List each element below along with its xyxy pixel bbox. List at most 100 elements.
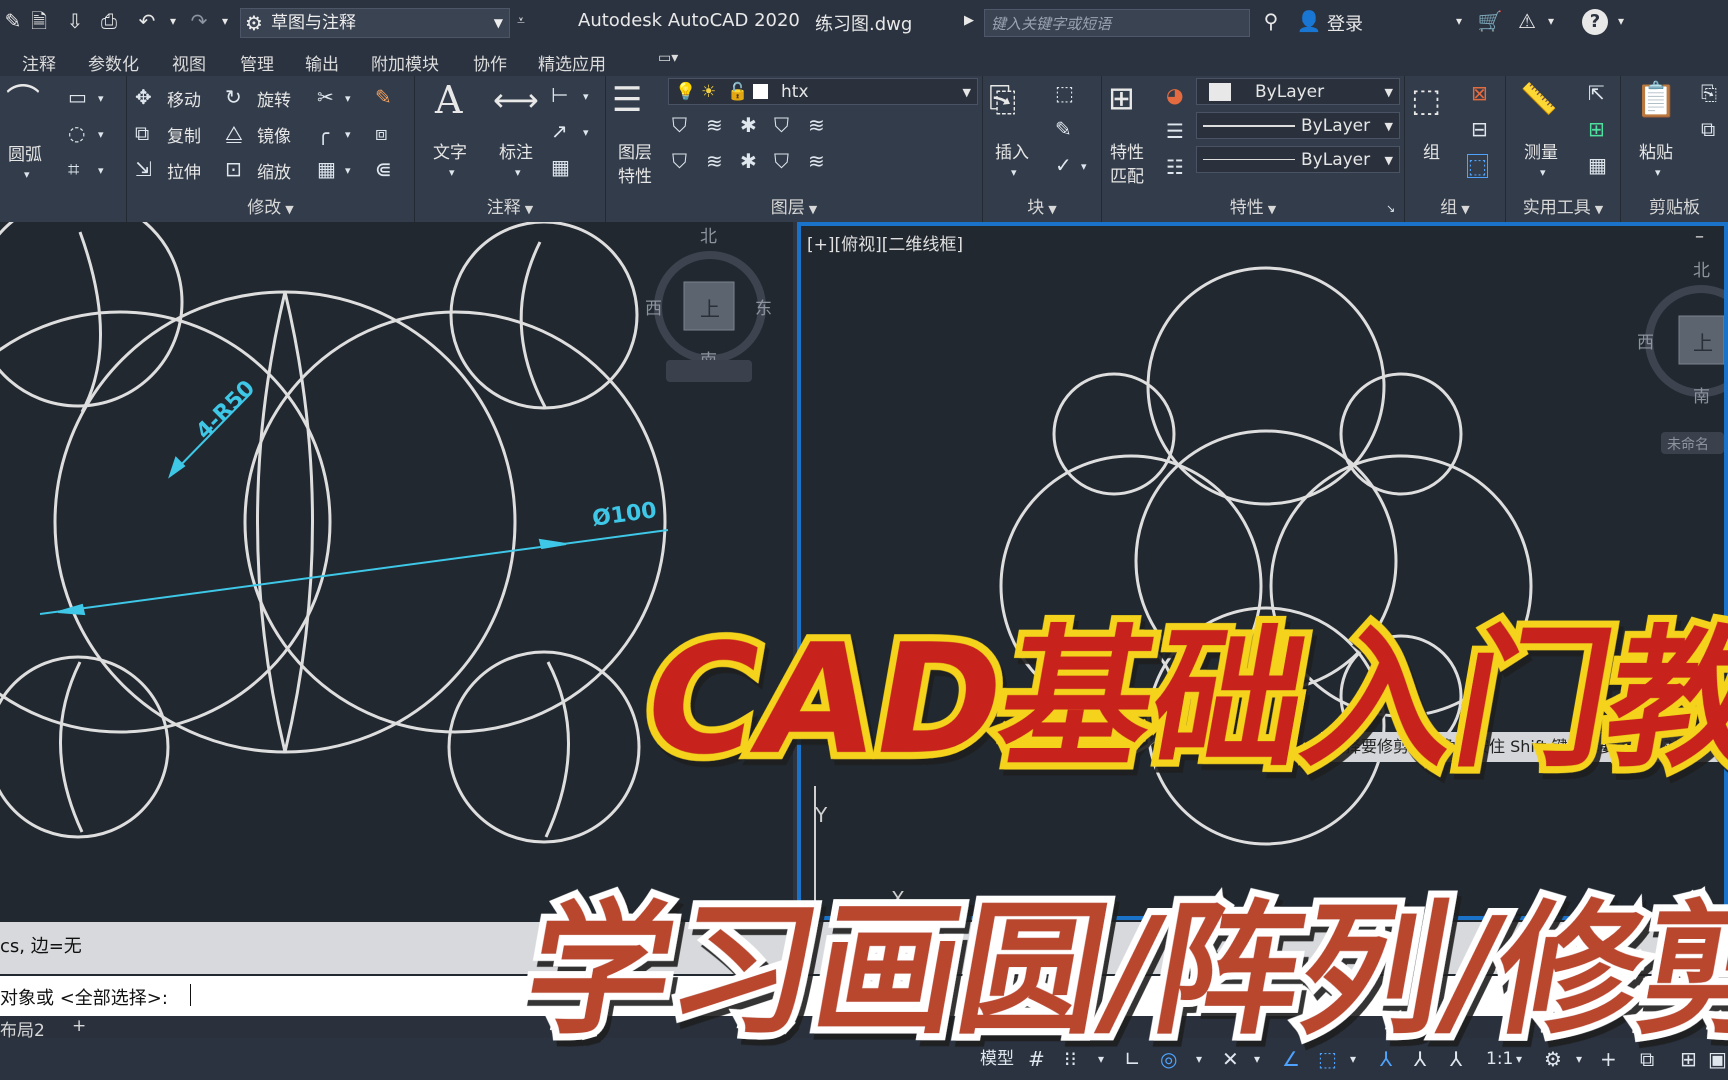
linear-dim-dropdown-icon[interactable]: ▾ bbox=[583, 86, 589, 108]
match-properties-icon[interactable]: ⊞ bbox=[1108, 78, 1135, 118]
tab-featured-apps[interactable]: 精选应用 bbox=[538, 50, 606, 75]
linetype-dropdown[interactable]: ByLayer ▼ bbox=[1196, 112, 1400, 139]
text-icon[interactable]: A bbox=[435, 80, 462, 120]
cart-icon[interactable]: 🛒 bbox=[1477, 8, 1503, 34]
group-edit-icon[interactable]: ⊟ bbox=[1471, 118, 1488, 140]
rotate-button[interactable]: 旋转 bbox=[257, 86, 291, 111]
ribbon-minimize-icon[interactable]: ▭▾ bbox=[658, 50, 678, 66]
undo-icon[interactable]: ↶ bbox=[134, 8, 160, 34]
layer-on-icon[interactable]: ⛉ bbox=[672, 150, 687, 172]
fillet-icon[interactable]: ╭ bbox=[317, 122, 329, 144]
annotation-panel-title[interactable]: 注释 bbox=[487, 198, 521, 218]
rectangle-icon[interactable]: ▭ bbox=[68, 86, 87, 108]
edit-attributes-icon[interactable]: ✓ bbox=[1055, 154, 1072, 176]
layer-freeze-icon[interactable]: ✱ bbox=[740, 114, 757, 136]
compass-north[interactable]: 北 bbox=[1693, 261, 1710, 281]
hatch-icon[interactable]: ◌ bbox=[68, 122, 85, 144]
layer-properties-button-line2[interactable]: 特性 bbox=[618, 162, 652, 187]
group-icon[interactable]: ⬚ bbox=[1411, 80, 1441, 120]
measure-icon[interactable]: 📏 bbox=[1520, 80, 1557, 120]
groups-panel-title[interactable]: 组 bbox=[1440, 198, 1457, 218]
object-snap-icon[interactable]: ⬚ bbox=[1318, 1046, 1337, 1072]
tab-manage[interactable]: 管理 bbox=[240, 50, 274, 75]
panel-expand-icon[interactable]: ▼ bbox=[1461, 203, 1469, 216]
layer-dropdown[interactable]: 💡 ☀ 🔓 htx ▼ bbox=[668, 78, 978, 105]
compass-east[interactable]: 东 bbox=[755, 299, 772, 319]
copy-button[interactable]: 复制 bbox=[167, 122, 201, 147]
make-current-icon[interactable]: ≋ bbox=[808, 114, 825, 136]
group-select-icon[interactable]: ⬚ bbox=[1467, 154, 1488, 178]
offset-icon[interactable]: ⋐ bbox=[375, 158, 392, 180]
annotation-visibility-icon[interactable]: ⅄ bbox=[1380, 1046, 1392, 1072]
match-layer-icon[interactable]: ≋ bbox=[808, 150, 825, 172]
linetype-icon[interactable]: ☰ bbox=[1166, 120, 1184, 142]
dimension-icon[interactable]: ⟷ bbox=[493, 80, 539, 120]
layers-panel-title[interactable]: 图层 bbox=[771, 198, 805, 218]
panel-expand-icon[interactable]: ▼ bbox=[1268, 203, 1276, 216]
saveas-icon[interactable]: ⇩ bbox=[62, 8, 88, 34]
isodraft-dropdown-icon[interactable]: ▾ bbox=[1254, 1046, 1260, 1072]
attributes-dropdown-icon[interactable]: ▾ bbox=[1081, 156, 1087, 178]
mirror-button[interactable]: 镜像 bbox=[257, 122, 291, 147]
sun-icon[interactable]: ☀ bbox=[701, 79, 716, 106]
save-icon[interactable]: 🗎 bbox=[26, 8, 52, 34]
group-button[interactable]: 组 bbox=[1423, 138, 1440, 163]
lineweight-icon[interactable]: ☷ bbox=[1166, 156, 1184, 178]
insert-button[interactable]: 插入 bbox=[995, 138, 1029, 163]
array-icon[interactable]: ▦ bbox=[317, 158, 336, 180]
layer-off-icon[interactable]: ⛉ bbox=[672, 114, 687, 136]
quick-select-icon[interactable]: ⇱ bbox=[1588, 82, 1605, 104]
calculator-icon[interactable]: ▦ bbox=[1588, 154, 1607, 176]
panel-expand-icon[interactable]: ▼ bbox=[1595, 203, 1603, 216]
tab-addins[interactable]: 附加模块 bbox=[371, 50, 439, 75]
stretch-button[interactable]: 拉伸 bbox=[167, 158, 201, 183]
snap-icon[interactable]: ⁝⁝ bbox=[1064, 1046, 1077, 1072]
linear-dim-icon[interactable]: ⊢ bbox=[551, 84, 568, 106]
user-icon[interactable]: 👤 bbox=[1296, 8, 1322, 34]
clean-screen-icon[interactable]: ▣ bbox=[1708, 1046, 1727, 1072]
redo-icon[interactable]: ↷ bbox=[186, 8, 212, 34]
utilities-panel-title[interactable]: 实用工具 bbox=[1523, 198, 1591, 218]
compass-south[interactable]: 南 bbox=[1693, 387, 1710, 407]
match-properties-button-line2[interactable]: 匹配 bbox=[1110, 162, 1144, 187]
print-icon[interactable]: ⎙ bbox=[96, 8, 122, 34]
connect-dropdown-icon[interactable]: ▾ bbox=[1538, 8, 1564, 34]
text-dropdown-icon[interactable]: ▾ bbox=[449, 162, 455, 184]
snap-dropdown-icon[interactable]: ▾ bbox=[1098, 1046, 1104, 1072]
annotation-scale-value[interactable]: 1:1 bbox=[1486, 1046, 1513, 1072]
modify-panel-title[interactable]: 修改 bbox=[247, 198, 281, 218]
hatch-dropdown-icon[interactable]: ▾ bbox=[98, 124, 104, 146]
block-panel-title[interactable]: 块 bbox=[1027, 198, 1044, 218]
unlock-icon[interactable]: 🔓 bbox=[727, 79, 748, 106]
binoculars-icon[interactable]: ⚲ bbox=[1258, 8, 1284, 34]
login-dropdown-icon[interactable]: ▾ bbox=[1446, 8, 1472, 34]
polar-dropdown-icon[interactable]: ▾ bbox=[1196, 1046, 1202, 1072]
auto-scale-icon[interactable]: ⅄ bbox=[1414, 1046, 1426, 1072]
edit-block-icon[interactable]: ✎ bbox=[1055, 118, 1072, 140]
object-snap-dropdown-icon[interactable]: ▾ bbox=[1350, 1046, 1356, 1072]
properties-launcher-icon[interactable]: ↘ bbox=[1386, 198, 1395, 220]
command-line[interactable]: 对象或 <全部选择>: bbox=[0, 976, 1728, 1016]
layer-unlock-icon[interactable]: ⛉ bbox=[774, 150, 789, 172]
customize-toolbar-icon[interactable]: ⩡ bbox=[508, 8, 534, 34]
layer-thaw-icon[interactable]: ✱ bbox=[740, 150, 757, 172]
paste-button[interactable]: 粘贴 bbox=[1639, 138, 1673, 163]
annotation-scale-icon[interactable]: ⅄ bbox=[1450, 1046, 1462, 1072]
boundary-dropdown-icon[interactable]: ▾ bbox=[98, 160, 104, 182]
left-viewport[interactable]: 4-R50 Ø100 上 北 南 东 西 bbox=[0, 222, 793, 922]
move-button[interactable]: 移动 bbox=[167, 86, 201, 111]
layer-lock-icon[interactable]: ⛉ bbox=[774, 114, 789, 136]
copy-clip-icon[interactable]: ⎘ bbox=[1701, 82, 1717, 104]
layer-properties-icon[interactable]: ☰ bbox=[612, 80, 642, 120]
wcs-menu-label[interactable]: 未命名 bbox=[1667, 436, 1709, 453]
cut-clip-icon[interactable]: ⧉ bbox=[1701, 118, 1715, 140]
ortho-icon[interactable]: ∟ bbox=[1124, 1046, 1141, 1072]
workspace-switcher[interactable]: ⚙ 草图与注释 ▼ bbox=[240, 8, 510, 38]
tab-parametric[interactable]: 参数化 bbox=[88, 50, 139, 75]
wcs-menu[interactable] bbox=[666, 360, 752, 382]
array-dropdown-icon[interactable]: ▾ bbox=[345, 160, 351, 182]
color-wheel-icon[interactable]: ◕ bbox=[1166, 84, 1183, 106]
measure-dropdown-icon[interactable]: ▾ bbox=[1540, 162, 1546, 184]
arc-button[interactable]: 圆弧 bbox=[8, 140, 42, 165]
workspace-dropdown-icon[interactable]: ▾ bbox=[1576, 1046, 1582, 1072]
